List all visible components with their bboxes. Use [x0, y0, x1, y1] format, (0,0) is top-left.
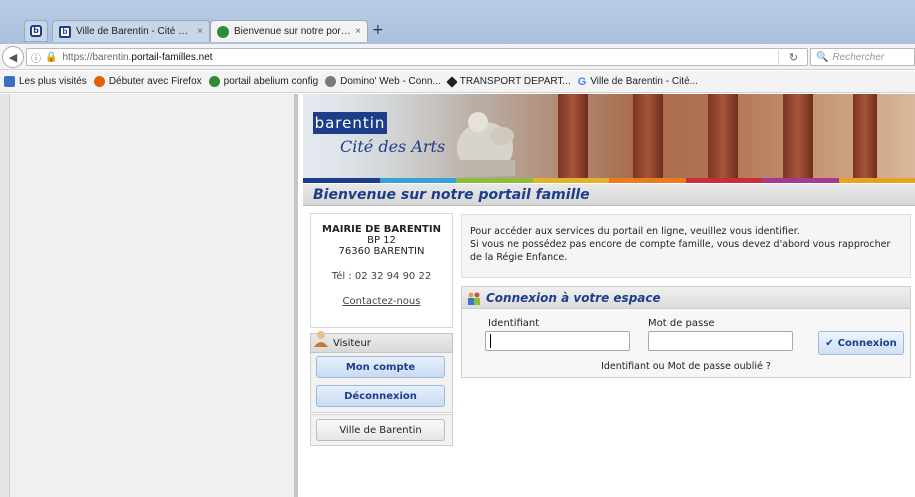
banner-arch	[853, 94, 877, 178]
login-heading: Connexion à votre espace	[462, 287, 910, 309]
intro-message: Pour accéder aux services du portail en …	[461, 214, 911, 278]
tab-close-icon[interactable]: ×	[355, 26, 361, 37]
stripe	[609, 178, 686, 183]
mairie-info-panel: MAIRIE DE BARENTIN BP 12 76360 BARENTIN …	[310, 213, 453, 328]
stripe	[762, 178, 839, 183]
visitor-label: Visiteur	[333, 338, 371, 349]
browser-tab-ville-barentin[interactable]: b Ville de Barentin - Cité des ... ×	[52, 20, 210, 42]
mairie-city: 76360 BARENTIN	[338, 246, 425, 257]
info-icon[interactable]: ⓘ	[31, 50, 41, 65]
barentin-logo[interactable]: barentin	[313, 112, 387, 134]
portal-favicon-icon	[217, 25, 229, 38]
url-domain: portail-familles.net	[131, 51, 213, 63]
firefox-icon	[93, 76, 105, 87]
bookmark-item[interactable]: portail abelium config	[208, 76, 318, 87]
bookmark-item[interactable]: Domino' Web - Conn...	[325, 76, 441, 87]
globe-icon	[325, 76, 337, 87]
stripe	[379, 178, 456, 183]
stripe	[303, 178, 380, 183]
login-button[interactable]: ✔ Connexion	[818, 331, 904, 355]
forgot-credentials-link[interactable]: Identifiant ou Mot de passe oublié ?	[462, 361, 910, 372]
checkmark-icon: ✔	[825, 337, 834, 349]
mairie-phone: Tél : 02 32 94 90 22	[331, 271, 432, 282]
banner-image	[303, 94, 915, 178]
stripe	[532, 178, 609, 183]
city-website-button[interactable]: Ville de Barentin	[316, 419, 445, 441]
tab-label: Ville de Barentin - Cité des ...	[76, 26, 194, 37]
barentin-favicon-icon: b	[30, 25, 42, 37]
new-tab-button[interactable]: +	[372, 22, 384, 38]
search-icon: 🔍	[816, 51, 829, 63]
bookmark-icon	[4, 76, 15, 87]
page-title: Bienvenue sur notre portail famille	[303, 184, 915, 206]
statue-illustration	[457, 112, 515, 176]
intro-line: Pour accéder aux services du portail en …	[470, 226, 800, 237]
bookmark-item[interactable]: Les plus visités	[4, 76, 87, 87]
browser-tab-portail[interactable]: Bienvenue sur notre portail... ×	[210, 20, 368, 42]
identifier-input[interactable]	[485, 331, 630, 351]
google-icon: G	[577, 76, 587, 88]
family-icon	[468, 292, 480, 305]
logout-button[interactable]: Déconnexion	[316, 385, 445, 407]
lock-icon[interactable]: 🔒	[45, 52, 57, 63]
text-caret	[490, 334, 491, 348]
stripe	[685, 178, 762, 183]
bookmark-item[interactable]: Débuter avec Firefox	[93, 76, 202, 87]
portal-favicon-icon	[208, 76, 220, 87]
banner-arch	[708, 94, 738, 178]
tab-close-icon[interactable]: ×	[197, 26, 203, 37]
address-bar[interactable]: ⓘ 🔒 https://barentin. portail-familles.ne…	[26, 48, 808, 66]
back-arrow-icon: ◀	[8, 50, 18, 64]
bookmarks-toolbar: Les plus visités Débuter avec Firefox po…	[0, 71, 915, 93]
left-pane	[0, 94, 298, 497]
banner-arch	[558, 94, 588, 178]
logo-tagline: Cité des Arts	[340, 137, 446, 156]
contact-link[interactable]: Contactez-nous	[311, 296, 452, 307]
intro-line: Si vous ne possédez pas encore de compte…	[470, 239, 891, 263]
bookmark-item[interactable]: G Ville de Barentin - Cité...	[577, 76, 698, 88]
left-pane-edge	[0, 94, 10, 497]
color-stripe-bar	[303, 178, 915, 183]
user-icon	[314, 331, 328, 347]
identifier-label: Identifiant	[488, 318, 540, 329]
search-placeholder: Rechercher	[832, 51, 885, 63]
password-input[interactable]	[648, 331, 793, 351]
banner-arch	[783, 94, 813, 178]
pinned-tab[interactable]: b	[24, 20, 48, 42]
mairie-bp: BP 12	[367, 235, 396, 246]
url-prefix: https://barentin.	[62, 51, 132, 63]
tab-label: Bienvenue sur notre portail...	[234, 26, 352, 37]
mairie-name: MAIRIE DE BARENTIN	[322, 224, 441, 235]
reload-icon[interactable]: ↻	[778, 48, 808, 66]
my-account-button[interactable]: Mon compte	[316, 356, 445, 378]
pin-icon	[446, 75, 458, 88]
password-label: Mot de passe	[648, 318, 715, 329]
search-input[interactable]: 🔍 Rechercher	[810, 48, 915, 66]
login-button-label: Connexion	[837, 337, 897, 349]
stripe	[838, 178, 915, 183]
back-button[interactable]: ◀	[2, 46, 24, 68]
barentin-favicon-icon: b	[59, 25, 71, 38]
visitor-header: Visiteur	[310, 333, 453, 353]
bookmark-item[interactable]: TRANSPORT DEPART...	[446, 75, 571, 88]
stripe	[456, 178, 533, 183]
banner-arch	[633, 94, 663, 178]
